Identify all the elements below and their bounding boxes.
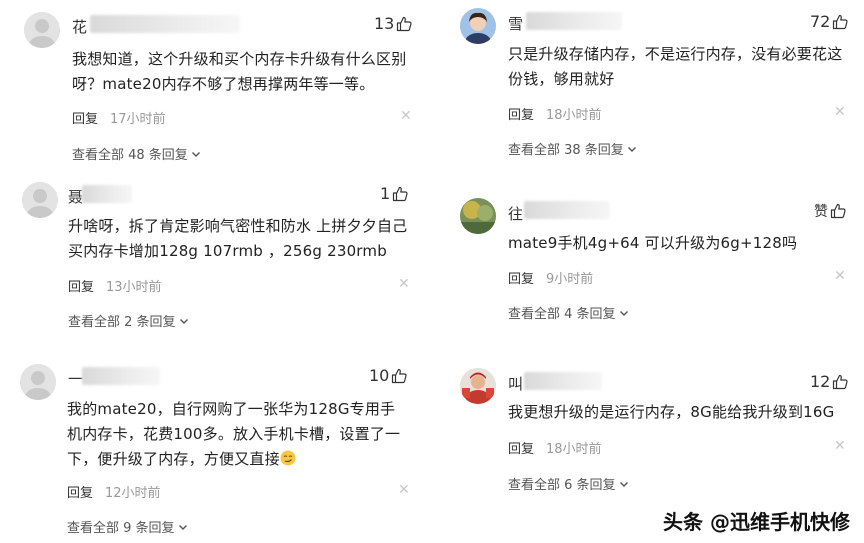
- like-count: 10: [369, 366, 390, 385]
- close-icon[interactable]: ✕: [400, 108, 412, 124]
- username-blur: [82, 367, 160, 385]
- avatar[interactable]: [460, 8, 496, 44]
- comment-meta: 回复 18小时前: [508, 104, 602, 123]
- reply-button[interactable]: 回复: [508, 108, 534, 123]
- view-all-replies-link[interactable]: 查看全部 48 条回复: [72, 144, 201, 163]
- comment-time: 18小时前: [546, 442, 602, 457]
- comment-text-body: 我的mate20，自行网购了一张华为128G专用手机内存卡，花费100多。放入手…: [67, 400, 401, 468]
- comment-meta: 回复 12小时前: [67, 482, 161, 501]
- like-button[interactable]: 12: [810, 372, 848, 391]
- comment-time: 9小时前: [546, 272, 594, 287]
- thumbs-up-icon: [393, 186, 408, 201]
- reply-button[interactable]: 回复: [68, 280, 94, 295]
- chevron-down-icon: [178, 524, 187, 530]
- comment-item: 叫 12 我更想升级的是运行内存，8G能给我升级到16G 回复 18小时前 ✕ 查…: [460, 368, 852, 498]
- comment-text: 我想知道，这个升级和买个内存卡升级有什么区别呀？mate20内存不够了想再撑两年…: [72, 50, 407, 93]
- close-icon[interactable]: ✕: [398, 276, 410, 292]
- like-button[interactable]: 赞: [814, 201, 846, 221]
- view-all-replies-link[interactable]: 查看全部 38 条回复: [508, 139, 637, 158]
- like-count: 赞: [814, 204, 828, 220]
- comment-username[interactable]: 花: [72, 16, 87, 37]
- username-blur: [524, 372, 602, 390]
- view-all-replies-link[interactable]: 查看全部 6 条回复: [508, 474, 629, 493]
- comment-meta: 回复 9小时前: [508, 268, 593, 287]
- like-count: 12: [810, 372, 831, 391]
- comment-text: 只是升级存储内存，不是运行内存，没有必要花这份钱，够用就好: [508, 45, 843, 88]
- comment-time: 17小时前: [110, 112, 166, 127]
- view-all-replies-link[interactable]: 查看全部 2 条回复: [68, 311, 189, 330]
- view-all-replies-link[interactable]: 查看全部 9 条回复: [67, 517, 188, 536]
- comment-text: 我更想升级的是运行内存，8G能给我升级到16G: [508, 403, 835, 421]
- username-blur: [90, 15, 240, 33]
- thumbs-up-icon: [830, 203, 846, 219]
- reply-button[interactable]: 回复: [72, 112, 98, 127]
- avatar[interactable]: [460, 198, 496, 234]
- view-all-replies-label: 查看全部 38 条回复: [508, 143, 624, 158]
- chevron-down-icon: [619, 481, 628, 487]
- chevron-down-icon: [627, 146, 636, 152]
- comment-time: 12小时前: [105, 486, 161, 501]
- comment-text: 我的mate20，自行网购了一张华为128G专用手机内存卡，花费100多。放入手…: [67, 397, 407, 472]
- like-button[interactable]: 10: [369, 366, 407, 385]
- close-icon[interactable]: ✕: [834, 438, 846, 454]
- like-count: 72: [810, 12, 831, 31]
- username-blur: [82, 185, 132, 203]
- comment-username[interactable]: 聂: [68, 186, 83, 207]
- like-button[interactable]: 13: [374, 14, 412, 33]
- comment-text: 升啥呀，拆了肯定影响气密性和防水 上拼夕夕自己买内存卡增加128g 107rmb…: [68, 217, 408, 260]
- chevron-down-icon: [179, 318, 188, 324]
- close-icon[interactable]: ✕: [834, 104, 846, 120]
- avatar[interactable]: [22, 182, 58, 218]
- chevron-down-icon: [191, 151, 200, 157]
- watermark: 头条 @迅维手机快修: [663, 510, 850, 534]
- smirk-emoji-icon: [280, 450, 296, 466]
- like-button[interactable]: 1: [380, 184, 408, 203]
- comment-meta: 回复 17小时前: [72, 108, 166, 127]
- like-button[interactable]: 72: [810, 12, 848, 31]
- reply-button[interactable]: 回复: [67, 486, 93, 501]
- username-blur: [524, 201, 610, 219]
- comment-username[interactable]: 一: [68, 368, 83, 389]
- comment-meta: 回复 18小时前: [508, 438, 602, 457]
- avatar[interactable]: [460, 368, 496, 404]
- thumbs-up-icon: [833, 374, 848, 389]
- reply-button[interactable]: 回复: [508, 442, 534, 457]
- thumbs-up-icon: [392, 368, 407, 383]
- comment-username[interactable]: 叫: [508, 373, 523, 394]
- comment-item: 聂 1 升啥呀，拆了肯定影响气密性和防水 上拼夕夕自己买内存卡增加128g 10…: [22, 182, 414, 342]
- view-all-replies-label: 查看全部 4 条回复: [508, 307, 616, 322]
- comment-username[interactable]: 往: [508, 203, 523, 224]
- view-all-replies-label: 查看全部 48 条回复: [72, 148, 188, 163]
- avatar[interactable]: [20, 364, 56, 400]
- close-icon[interactable]: ✕: [834, 268, 846, 284]
- comment-time: 13小时前: [106, 280, 162, 295]
- comment-item: 往 赞 mate9手机4g+64 可以升级为6g+128吗 回复 9小时前 ✕ 查…: [460, 198, 852, 328]
- thumbs-up-icon: [833, 14, 848, 29]
- comment-item: 一 10 我的mate20，自行网购了一张华为128G专用手机内存卡，花费100…: [20, 364, 414, 540]
- close-icon[interactable]: ✕: [398, 482, 410, 498]
- view-all-replies-label: 查看全部 2 条回复: [68, 315, 176, 330]
- comment-text: mate9手机4g+64 可以升级为6g+128吗: [508, 234, 798, 252]
- username-blur: [526, 12, 622, 30]
- reply-button[interactable]: 回复: [508, 272, 534, 287]
- view-all-replies-label: 查看全部 9 条回复: [67, 521, 175, 536]
- comment-item: 雪 72 只是升级存储内存，不是运行内存，没有必要花这份钱，够用就好 回复 18小…: [460, 8, 852, 168]
- avatar[interactable]: [24, 12, 60, 48]
- like-count: 1: [380, 184, 391, 203]
- view-all-replies-link[interactable]: 查看全部 4 条回复: [508, 303, 629, 322]
- comment-username[interactable]: 雪: [508, 13, 523, 34]
- view-all-replies-label: 查看全部 6 条回复: [508, 478, 616, 493]
- comment-meta: 回复 13小时前: [68, 276, 162, 295]
- comment-time: 18小时前: [546, 108, 602, 123]
- comment-item: 花 13 我想知道，这个升级和买个内存卡升级有什么区别呀？mate20内存不够了…: [24, 12, 414, 172]
- like-count: 13: [374, 14, 395, 33]
- chevron-down-icon: [619, 310, 628, 316]
- thumbs-up-icon: [397, 16, 412, 31]
